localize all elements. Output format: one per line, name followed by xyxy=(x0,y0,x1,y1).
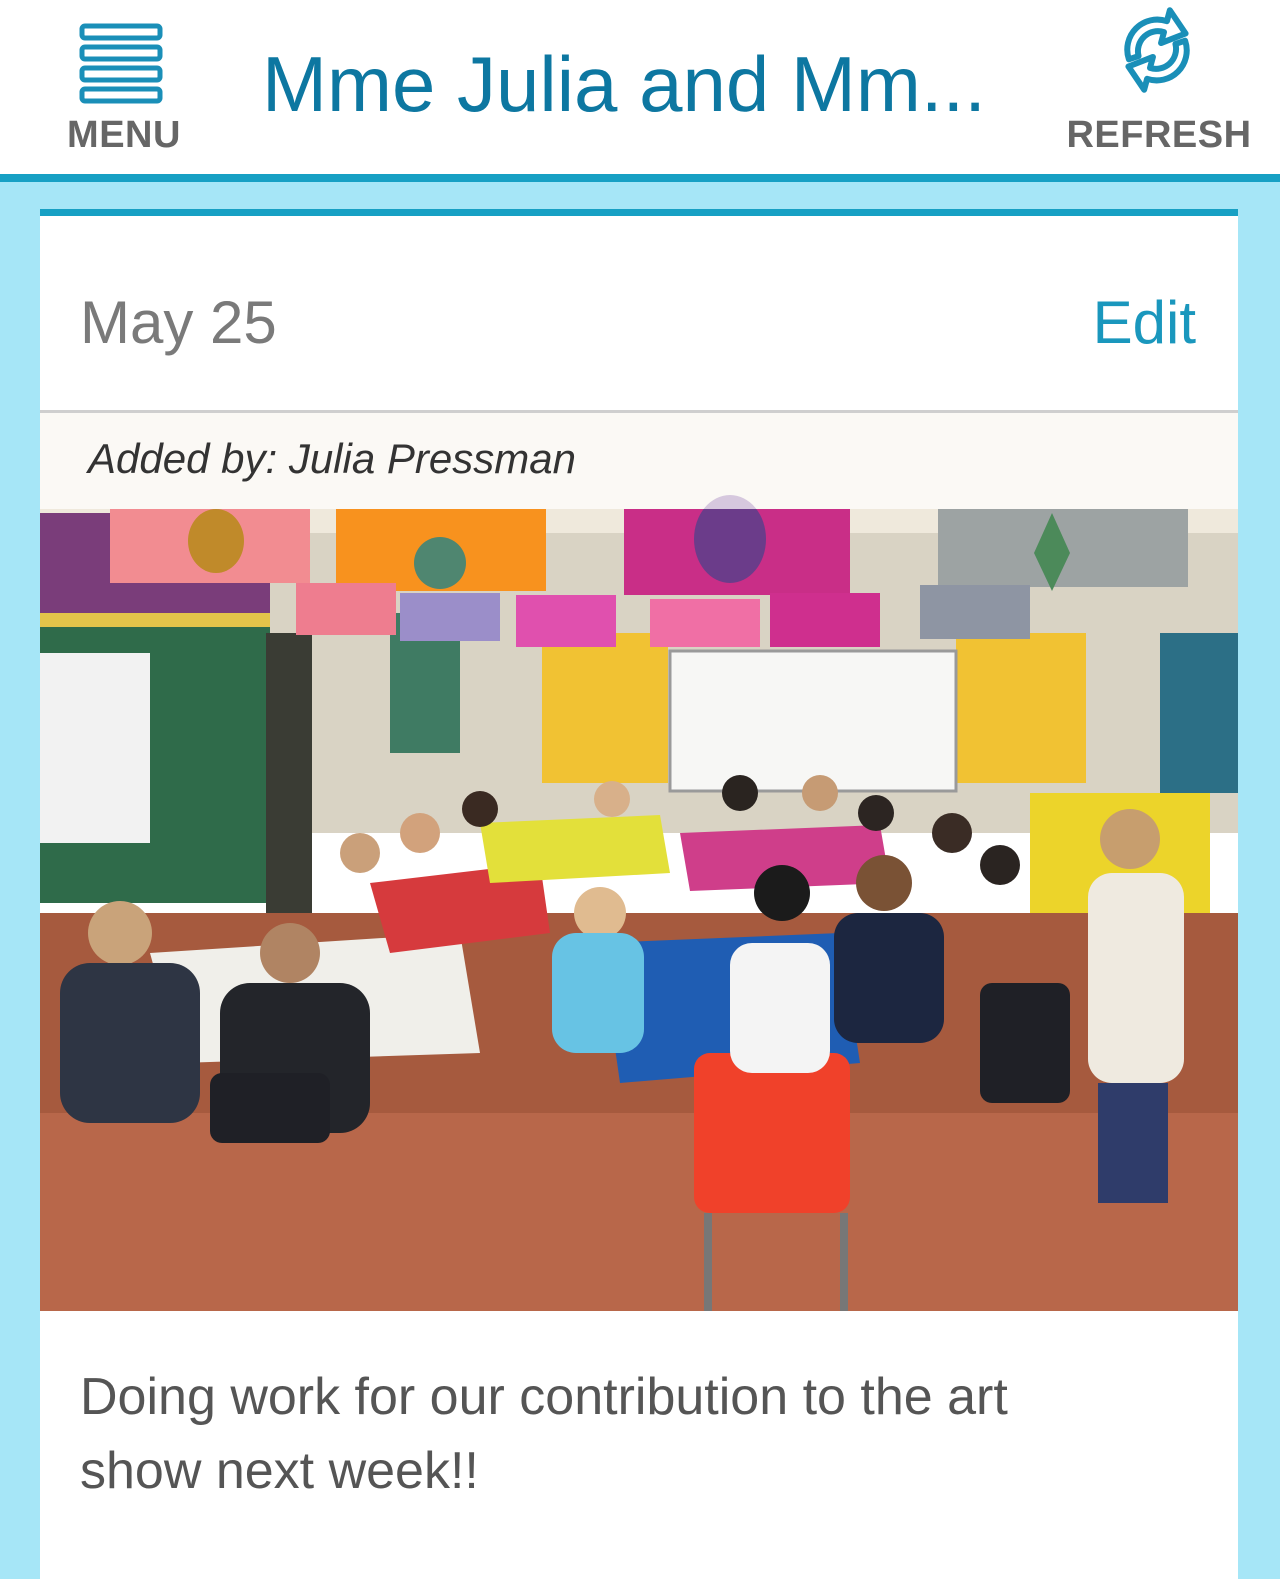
post-card: May 25 Edit Added by: Julia Pressman Doi… xyxy=(40,209,1238,1579)
post-photo[interactable]: Added by: Julia Pressman xyxy=(40,413,1238,1311)
added-by-overlay: Added by: Julia Pressman xyxy=(40,413,1238,509)
page-title: Mme Julia and Mm... xyxy=(262,40,986,128)
menu-button[interactable]: MENU xyxy=(56,16,196,166)
added-by-label: Added by: Julia Pressman xyxy=(88,435,576,482)
post-header: May 25 Edit xyxy=(40,216,1238,413)
edit-button[interactable]: Edit xyxy=(1093,288,1196,357)
refresh-icon xyxy=(1124,7,1190,93)
classroom-photo-image xyxy=(40,413,1238,1311)
app-header: MENU Mme Julia and Mm... REFRESH xyxy=(0,0,1280,182)
post-caption: Doing work for our contribution to the a… xyxy=(80,1368,1008,1500)
refresh-button[interactable]: REFRESH xyxy=(1054,0,1264,166)
refresh-label: REFRESH xyxy=(1066,114,1252,156)
post-date: May 25 xyxy=(80,289,277,356)
menu-label: MENU xyxy=(67,114,181,156)
hamburger-menu-icon xyxy=(79,23,163,104)
